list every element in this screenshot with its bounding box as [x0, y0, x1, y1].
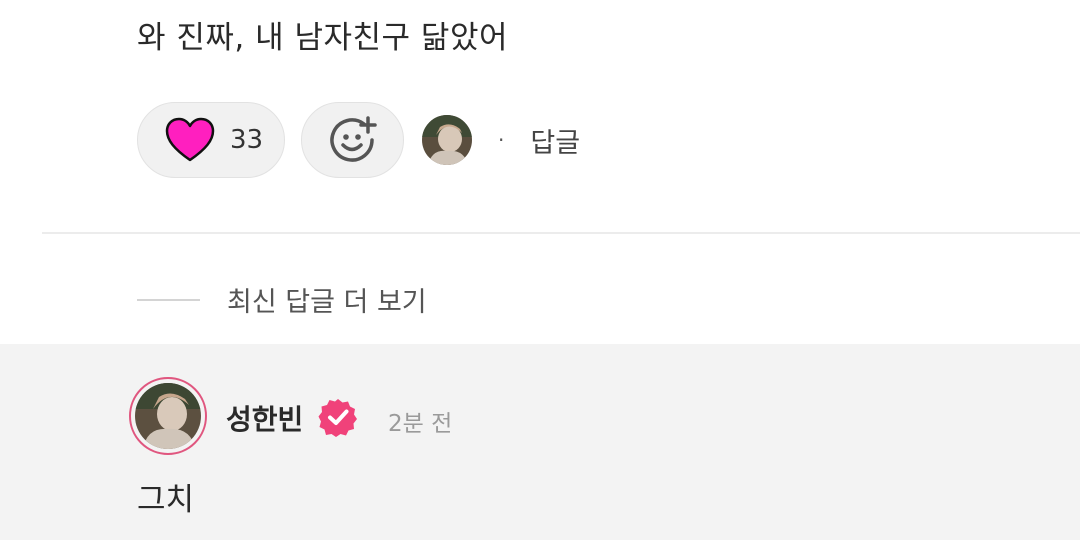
reply-text: 그치	[137, 482, 195, 518]
more-replies-label: 최신 답글 더 보기	[227, 287, 427, 318]
reply-author[interactable]: 성한빈	[226, 398, 303, 438]
add-reaction-button[interactable]	[301, 102, 404, 178]
separator-dot: ·	[498, 128, 505, 152]
comment-text: 와 진짜, 내 남자친구 닮았어	[137, 20, 508, 56]
more-replies-button[interactable]: 최신 답글 더 보기	[137, 280, 427, 319]
reply-button[interactable]: 답글	[530, 121, 580, 160]
reply-timestamp: 2분 전	[388, 411, 453, 437]
like-button[interactable]: 33	[137, 102, 285, 178]
reactor-avatar[interactable]	[422, 115, 472, 165]
reply-item: 성한빈 2분 전 그치	[0, 344, 1080, 540]
more-replies-line	[137, 298, 200, 301]
comment-thread: 와 진짜, 내 남자친구 닮았어 33 · 답글 최신 답글 더 보기 성한빈 …	[0, 0, 1080, 540]
author-avatar[interactable]	[129, 377, 207, 455]
section-divider	[42, 232, 1080, 234]
like-count: 33	[230, 125, 264, 155]
verified-badge-icon	[318, 399, 357, 437]
comment-actions: 33 · 답글	[137, 101, 580, 179]
heart-icon	[165, 117, 215, 162]
add-emoji-icon	[329, 116, 377, 162]
